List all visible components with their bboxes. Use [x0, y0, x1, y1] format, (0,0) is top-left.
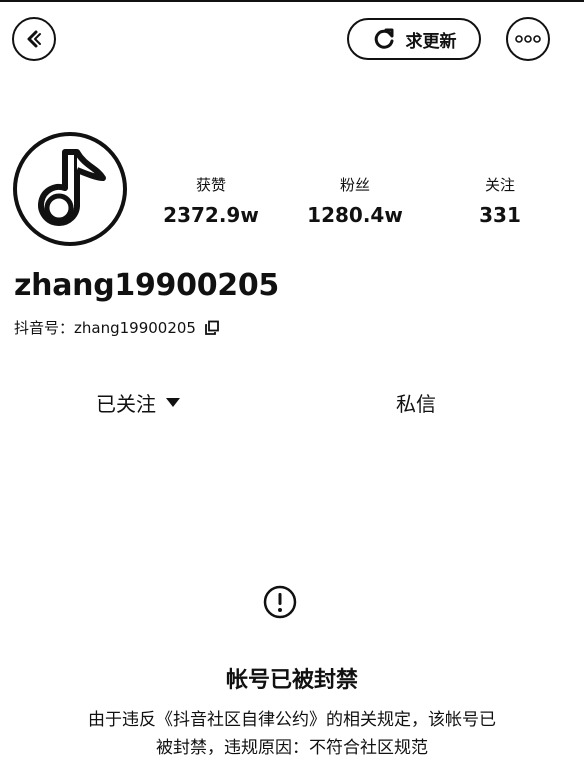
- back-button[interactable]: [12, 17, 56, 61]
- douyin-id-label: 抖音号：: [14, 319, 75, 337]
- warning-circle-icon: [263, 585, 297, 619]
- chevron-left-icon: [27, 30, 41, 48]
- copy-icon[interactable]: [204, 320, 220, 336]
- banned-description-line-2: 被封禁，违规原因：不符合社区规范: [156, 738, 428, 758]
- stat-following-label: 关注: [484, 176, 515, 194]
- more-button[interactable]: [506, 17, 550, 61]
- stat-fans-value: 1280.4w: [307, 203, 403, 227]
- avatar[interactable]: [13, 132, 127, 246]
- stat-fans[interactable]: 粉丝 1280.4w: [300, 174, 410, 230]
- banned-description: 由于违反《抖音社区自律公约》的相关规定，该帐号已 被封禁，违规原因：不符合社区规…: [30, 706, 554, 762]
- douyin-id-value: zhang19900205: [74, 319, 196, 337]
- request-update-label: 求更新: [405, 31, 457, 52]
- stat-following-value: 331: [479, 203, 521, 227]
- douyin-id-text: 抖音号：zhang19900205: [14, 317, 196, 338]
- caret-down-icon: [166, 398, 180, 407]
- username: zhang19900205: [14, 268, 279, 303]
- stat-following[interactable]: 关注 331: [445, 174, 555, 230]
- douyin-id-row: 抖音号：zhang19900205: [14, 317, 220, 338]
- stat-likes-label: 获赞: [195, 176, 226, 194]
- request-update-button[interactable]: 求更新: [347, 18, 481, 60]
- followed-label: 已关注: [96, 392, 156, 416]
- more-dots-icon: [515, 35, 541, 43]
- stat-likes-value: 2372.9w: [163, 203, 259, 227]
- banned-title: 帐号已被封禁: [225, 668, 358, 693]
- banned-description-line-1: 由于违反《抖音社区自律公约》的相关规定，该帐号已: [88, 710, 496, 730]
- refresh-icon: [374, 28, 393, 49]
- message-button[interactable]: 私信: [396, 388, 436, 417]
- stat-fans-label: 粉丝: [339, 176, 370, 194]
- music-note-icon: [38, 149, 106, 226]
- followed-button[interactable]: 已关注: [96, 388, 180, 417]
- profile-page: 求更新 获赞 2372.9w 粉丝 1280.4w 关注 331 zhang19…: [0, 0, 584, 780]
- top-divider: [0, 0, 584, 2]
- stat-likes[interactable]: 获赞 2372.9w: [156, 174, 266, 230]
